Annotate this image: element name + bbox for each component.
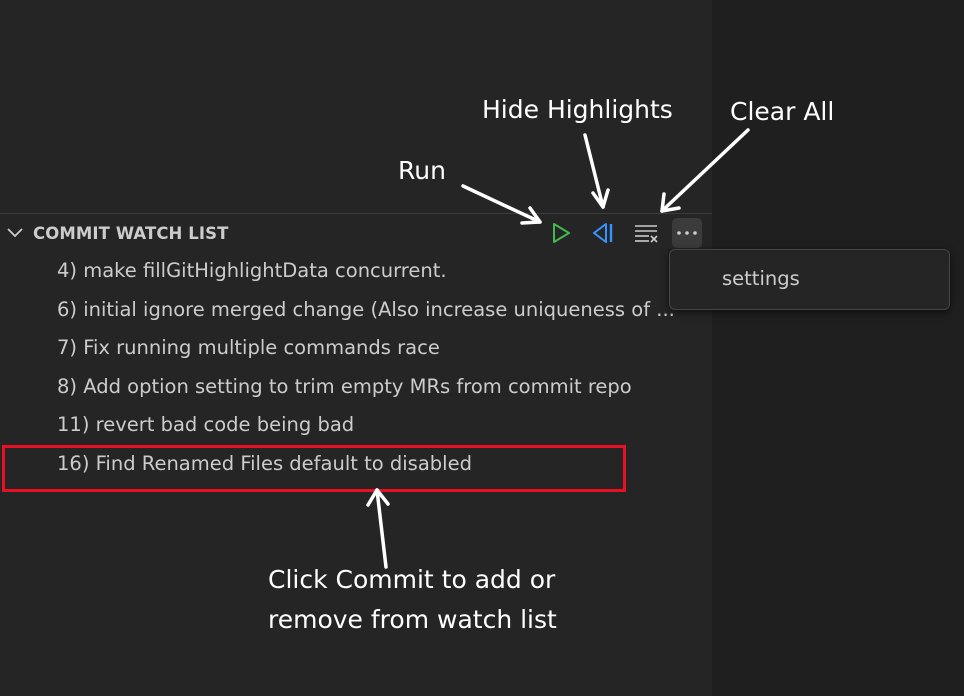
commit-item[interactable]: 8) Add option setting to trim empty MRs … [57,375,687,399]
commit-item[interactable]: 4) make fillGitHighlightData concurrent. [57,259,687,283]
section-title: COMMIT WATCH LIST [33,224,229,243]
annotation-clear-all: Clear All [730,97,835,126]
annotation-click-commit-line2: remove from watch list [268,605,557,634]
menu-item-settings[interactable]: settings [722,267,800,290]
more-actions-menu: settings [669,249,950,310]
chevron-down-icon[interactable] [6,225,24,241]
annotation-hide-highlights: Hide Highlights [482,95,673,124]
commit-item[interactable]: 7) Fix running multiple commands race [57,336,687,360]
highlight-box [2,445,626,492]
annotation-click-commit-line1: Click Commit to add or [268,565,556,594]
more-actions-button[interactable] [672,218,702,248]
run-button[interactable] [546,218,576,248]
commit-item[interactable]: 11) revert bad code being bad [57,413,687,437]
hide-highlights-button[interactable] [588,218,618,248]
clear-list-icon [635,225,658,243]
play-icon [553,223,570,243]
step-back-icon [593,223,613,243]
commit-item[interactable]: 6) initial ignore merged change (Also in… [57,298,687,322]
commit-watch-list-header[interactable]: COMMIT WATCH LIST [0,213,712,252]
annotation-run: Run [398,156,446,185]
ellipsis-icon [677,231,697,235]
clear-all-button[interactable] [631,218,661,248]
